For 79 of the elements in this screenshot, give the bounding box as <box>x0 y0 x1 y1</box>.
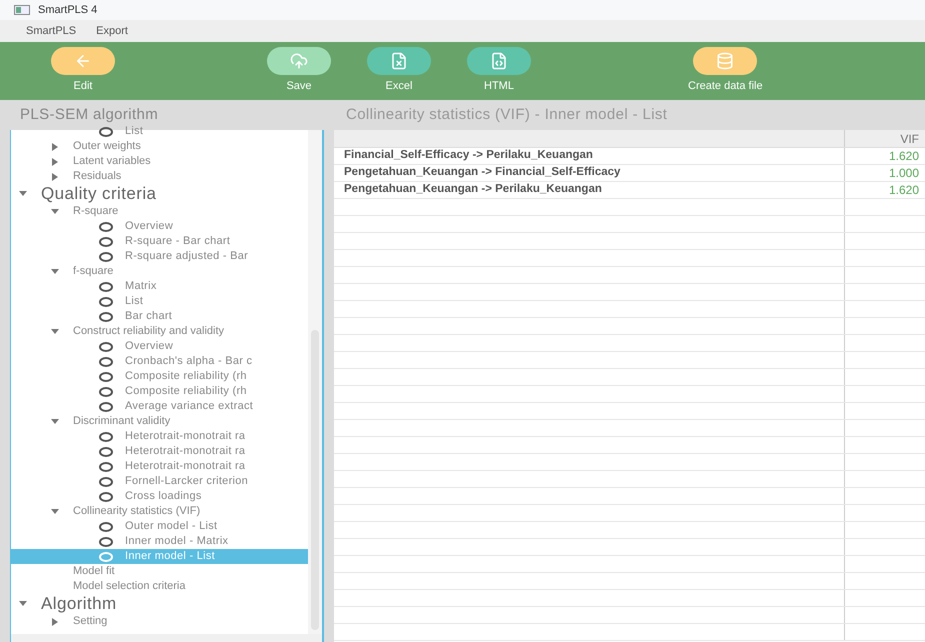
radio-circle-icon <box>99 296 113 306</box>
tree-item[interactable]: Heterotrait-monotrait ra <box>11 429 308 444</box>
collapsed-arrow-icon[interactable] <box>51 618 59 626</box>
tree-item[interactable]: Heterotrait-monotrait ra <box>11 444 308 459</box>
menu-item[interactable]: SmartPLS <box>26 22 76 40</box>
tree-item[interactable]: Construct reliability and validity <box>73 323 224 340</box>
tree-item[interactable]: Overview <box>11 219 308 234</box>
menu-item[interactable]: Export <box>96 22 128 40</box>
database-icon <box>716 52 734 70</box>
radio-circle-icon <box>99 432 113 442</box>
panel-title: Collinearity statistics (VIF) - Inner model - List <box>346 104 668 125</box>
expanded-arrow-icon[interactable] <box>51 328 59 336</box>
toolbar-button[interactable]: Create data file <box>688 46 763 94</box>
expanded-arrow-icon[interactable] <box>51 208 59 216</box>
tree-item[interactable]: Fornell-Larcker criterion <box>11 474 308 489</box>
tree-item[interactable]: Inner model - List <box>11 549 308 564</box>
tree-item[interactable]: Heterotrait-monotrait ra <box>11 459 308 474</box>
table-cell-text: 1.620 <box>888 182 919 199</box>
cloud-upload-icon <box>290 52 308 70</box>
horizontal-scrollbar[interactable] <box>11 634 322 642</box>
tree-item[interactable]: f-square <box>73 263 114 280</box>
window-title: SmartPLS 4 <box>38 2 98 18</box>
table-cell-text: Pengetahuan_Keuangan -> Financial_Self-Efficacy <box>344 165 620 180</box>
tree-item[interactable]: Matrix <box>11 279 308 294</box>
tree-item[interactable]: Composite reliability (rh <box>11 384 308 399</box>
radio-circle-icon <box>99 126 113 136</box>
radio-circle-icon <box>99 312 113 322</box>
tree-item[interactable]: Composite reliability (rh <box>11 369 308 384</box>
radio-circle-icon <box>99 446 113 456</box>
table-cell-text: 1.620 <box>888 148 919 165</box>
tree-item[interactable]: List <box>11 294 308 309</box>
radio-circle-icon <box>99 342 113 352</box>
radio-circle-icon <box>99 372 113 382</box>
tree-item[interactable]: Latent variables <box>73 153 151 170</box>
tree-item[interactable]: List <box>11 124 308 139</box>
expanded-arrow-icon[interactable] <box>51 508 59 516</box>
tree-item[interactable]: Collinearity statistics (VIF) <box>73 503 200 520</box>
toolbar-button[interactable]: Excel <box>366 46 432 94</box>
radio-circle-icon <box>99 552 113 562</box>
tree-item[interactable]: Outer model - List <box>11 519 308 534</box>
spreadsheet-file-icon <box>390 52 408 70</box>
panel-title: PLS-SEM algorithm <box>20 104 158 125</box>
tree-item[interactable]: Discriminant validity <box>73 413 170 430</box>
radio-circle-icon <box>99 252 113 262</box>
expanded-arrow-icon[interactable] <box>51 418 59 426</box>
code-file-icon <box>490 52 508 70</box>
table-cell-text: Financial_Self-Efficacy -> Perilaku_Keuangan <box>344 148 593 164</box>
radio-circle-icon <box>99 476 113 486</box>
radio-circle-icon <box>99 462 113 472</box>
tree-item[interactable]: Bar chart <box>11 309 308 324</box>
tree-item[interactable]: Average variance extract <box>11 399 308 414</box>
radio-circle-icon <box>99 522 113 532</box>
tree-item[interactable]: R-square - Bar chart <box>11 234 308 249</box>
radio-circle-icon <box>99 402 113 412</box>
tree-item[interactable]: R-square adjusted - Bar <box>11 249 308 264</box>
toolbar-button[interactable]: Edit <box>50 46 116 94</box>
radio-circle-icon <box>99 386 113 396</box>
tree-item[interactable]: Model fit <box>73 563 115 580</box>
toolbar-button[interactable]: Save <box>266 46 332 94</box>
tree-item[interactable]: Cronbach's alpha - Bar c <box>11 354 308 369</box>
table-cell-text: Pengetahuan_Keuangan -> Perilaku_Keuangan <box>344 182 602 198</box>
radio-circle-icon <box>99 536 113 546</box>
column-header: VIF <box>900 130 919 148</box>
tree-item[interactable]: Overview <box>11 339 308 354</box>
app-icon <box>14 5 30 15</box>
radio-circle-icon <box>99 236 113 246</box>
radio-circle-icon <box>99 222 113 232</box>
tree-item[interactable]: Cross loadings <box>11 489 308 504</box>
toolbar-button[interactable]: HTML <box>466 46 532 94</box>
radio-circle-icon <box>99 356 113 366</box>
tree-item[interactable]: Outer weights <box>73 138 141 155</box>
radio-circle-icon <box>99 282 113 292</box>
vertical-scrollbar[interactable] <box>308 130 322 634</box>
expanded-arrow-icon[interactable] <box>19 600 27 608</box>
table-cell-text: 1.000 <box>888 165 919 182</box>
radio-circle-icon <box>99 492 113 502</box>
expanded-arrow-icon[interactable] <box>19 190 27 198</box>
expanded-arrow-icon[interactable] <box>51 268 59 276</box>
tree-item[interactable]: Inner model - Matrix <box>11 534 308 549</box>
